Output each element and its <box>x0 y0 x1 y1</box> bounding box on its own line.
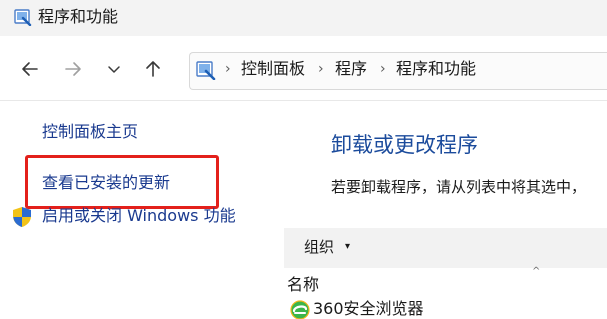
page-title: 卸载或更改程序 <box>331 133 478 157</box>
windows-features-link[interactable]: 启用或关闭 Windows 功能 <box>42 205 236 227</box>
arrow-up-icon <box>143 59 163 79</box>
window-title: 程序和功能 <box>38 7 119 26</box>
page-description: 若要卸载程序，请从列表中将其选中， <box>331 178 587 196</box>
control-panel-home-link[interactable]: 控制面板主页 <box>42 121 138 143</box>
control-panel-icon <box>14 8 32 27</box>
arrow-right-icon <box>63 59 83 79</box>
view-installed-updates-link[interactable]: 查看已安装的更新 <box>42 172 170 194</box>
breadcrumb-separator: › <box>380 61 386 77</box>
360-browser-icon <box>290 300 310 319</box>
control-panel-icon <box>196 60 216 81</box>
breadcrumb-separator: › <box>318 61 324 77</box>
back-button[interactable] <box>19 58 41 80</box>
recent-locations-button[interactable] <box>103 58 125 80</box>
breadcrumb-programs-and-features[interactable]: 程序和功能 <box>396 59 476 79</box>
uac-shield-icon <box>11 206 33 228</box>
breadcrumb-control-panel[interactable]: 控制面板 <box>241 59 305 79</box>
sort-ascending-icon: ^ <box>532 266 541 277</box>
arrow-left-icon <box>20 59 40 79</box>
column-header-name[interactable]: 名称 <box>287 274 319 296</box>
title-bar: 程序和功能 <box>0 0 607 36</box>
up-button[interactable] <box>142 58 164 80</box>
program-name: 360安全浏览器 <box>313 299 424 318</box>
breadcrumb-programs[interactable]: 程序 <box>335 59 367 79</box>
organize-dropdown-icon[interactable]: ▾ <box>345 239 350 255</box>
breadcrumb-separator: › <box>225 61 231 77</box>
chevron-down-icon <box>106 61 122 77</box>
organize-button[interactable]: 组织 <box>304 236 334 258</box>
forward-button[interactable] <box>62 58 84 80</box>
